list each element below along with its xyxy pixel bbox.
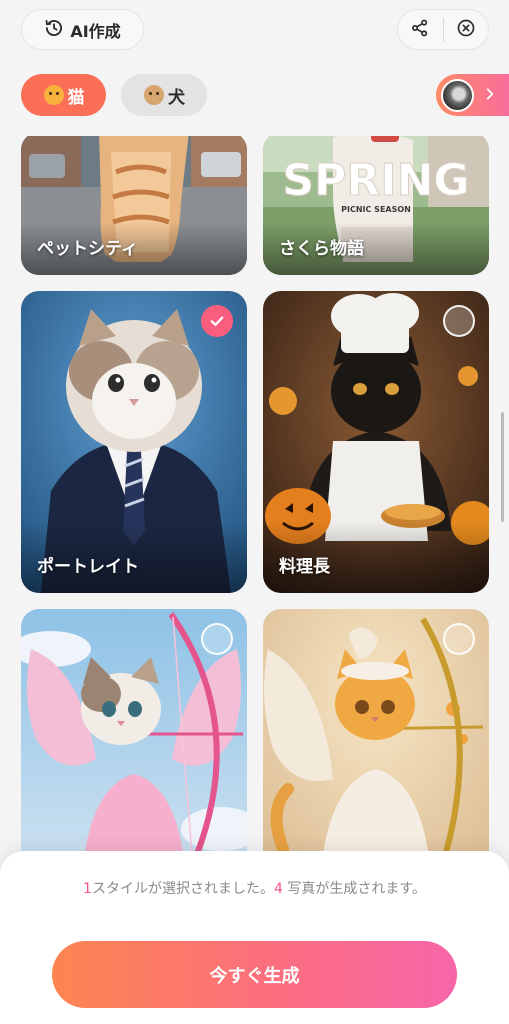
category-chip-dog[interactable]: 犬 — [121, 74, 207, 116]
close-circle-icon — [456, 18, 476, 42]
style-card-label: さくら物語 — [279, 239, 364, 259]
selected-check-icon[interactable] — [201, 305, 233, 337]
summary-text-1: スタイルが選択されました。 — [91, 881, 274, 897]
share-icon — [410, 18, 430, 42]
select-circle[interactable] — [201, 623, 233, 655]
ai-history-button[interactable]: AI作成 — [21, 9, 144, 50]
uploaded-photo-button[interactable] — [436, 74, 509, 116]
style-card-golden-cupid[interactable] — [263, 609, 489, 876]
share-button[interactable] — [398, 11, 443, 49]
avatar — [441, 78, 474, 112]
category-chip-label: 猫 — [67, 87, 85, 108]
style-card-sakura-story[interactable]: SPRING PICNIC SEASON さくら物語 — [263, 136, 489, 275]
select-circle[interactable] — [443, 305, 475, 337]
style-card-label: 料理長 — [279, 557, 330, 577]
style-card-chef[interactable]: 料理長 — [263, 291, 489, 593]
history-clock-icon — [44, 18, 64, 42]
cat-face-icon — [43, 84, 65, 106]
style-card-portrait[interactable]: ポートレイト — [21, 291, 247, 593]
top-bar: AI作成 — [0, 0, 509, 62]
top-actions — [397, 9, 489, 50]
select-circle[interactable] — [443, 623, 475, 655]
artwork-spring-text: SPRING — [282, 155, 469, 206]
category-chip-cat[interactable]: 猫 — [21, 74, 106, 116]
style-card-pink-cupid[interactable] — [21, 609, 247, 876]
style-count: 1 — [83, 881, 92, 897]
photo-count: 4 — [273, 881, 283, 897]
dog-face-icon — [143, 84, 165, 106]
selection-summary: 1スタイルが選択されました。4 写真が生成されます。 — [70, 878, 439, 900]
scrollbar[interactable] — [501, 412, 504, 522]
close-button[interactable] — [443, 11, 488, 49]
artwork-picnic-text: PICNIC SEASON — [341, 205, 411, 214]
category-chip-label: 犬 — [168, 87, 185, 108]
chevron-right-icon — [483, 86, 497, 105]
style-grid: ペットシティ SPRING PICNIC SEASON さくら物語 ポートレイト… — [0, 136, 509, 876]
summary-text-2: 写真が生成されます。 — [282, 881, 426, 897]
style-card-label: ペットシティ — [37, 239, 138, 259]
ai-history-label: AI作成 — [70, 21, 121, 41]
generate-now-button[interactable]: 今すぐ生成 — [52, 941, 457, 1008]
style-card-pet-city[interactable]: ペットシティ — [21, 136, 247, 275]
style-card-label: ポートレイト — [37, 557, 139, 577]
bottom-sheet: 1スタイルが選択されました。4 写真が生成されます。 今すぐ生成 — [0, 851, 509, 1024]
